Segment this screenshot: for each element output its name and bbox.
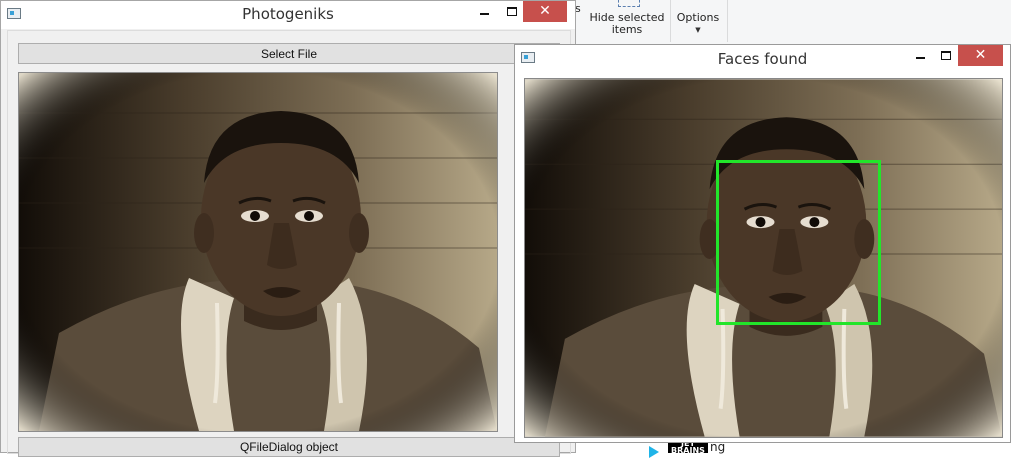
- qfiledialog-button[interactable]: QFileDialog object: [18, 437, 560, 457]
- close-icon: ✕: [539, 3, 551, 19]
- minimize-button[interactable]: [907, 45, 933, 66]
- ribbon-separator: [670, 0, 671, 42]
- faces-found-window: Faces found ✕: [514, 44, 1011, 443]
- source-photo: [18, 72, 498, 432]
- hide-selected-icon: [618, 0, 640, 7]
- options-label: Options: [676, 11, 720, 24]
- title-bar[interactable]: Faces found ✕: [515, 45, 1010, 73]
- title-bar[interactable]: Photogeniks ✕: [1, 1, 575, 29]
- maximize-button[interactable]: [933, 45, 959, 66]
- close-icon: ✕: [974, 47, 987, 63]
- hide-selected-items-label: Hide selected items: [589, 11, 665, 36]
- portrait-photo: [19, 73, 497, 431]
- close-button[interactable]: ✕: [523, 1, 567, 22]
- options-button[interactable]: Options ▼: [674, 12, 722, 36]
- select-file-button[interactable]: Select File: [18, 43, 560, 64]
- result-photo: [524, 78, 1003, 438]
- minimize-button[interactable]: [471, 1, 497, 22]
- minimize-icon: [915, 57, 925, 59]
- maximize-icon: [941, 51, 951, 60]
- maximize-button[interactable]: [499, 1, 525, 22]
- play-logo-icon: [649, 446, 659, 458]
- maximize-icon: [507, 7, 517, 16]
- ribbon-separator: [727, 0, 728, 42]
- photogeniks-window: Photogeniks ✕ Select File QFileDialog ob…: [0, 0, 576, 457]
- chevron-down-icon: ▼: [695, 26, 701, 34]
- minimize-icon: [479, 13, 489, 15]
- hide-selected-items-button[interactable]: Hide selected items: [588, 12, 666, 36]
- close-button[interactable]: ✕: [958, 45, 1003, 66]
- face-detection-box: [716, 160, 881, 325]
